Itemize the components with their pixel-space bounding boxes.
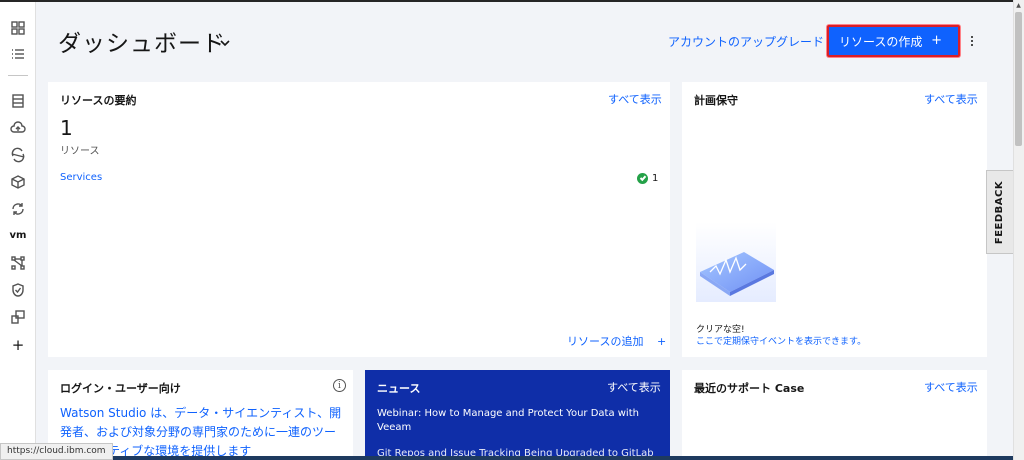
taskbar-edge xyxy=(96,456,1013,460)
shield-check-icon[interactable] xyxy=(8,280,28,300)
support-cases-card: 最近のサポート Case すべて表示 xyxy=(682,370,987,460)
info-icon[interactable]: i xyxy=(333,379,346,392)
browser-status-url: https://cloud.ibm.com xyxy=(0,443,113,460)
scroll-up-arrow-icon[interactable]: ▲ xyxy=(1015,2,1022,10)
services-link[interactable]: Services xyxy=(60,172,102,183)
services-count: 1 xyxy=(652,172,659,184)
scrollbar-thumb[interactable] xyxy=(1015,12,1022,146)
cube-icon[interactable] xyxy=(8,172,28,192)
create-resource-label: リソースの作成 xyxy=(839,34,923,49)
dashboard-grid-icon[interactable] xyxy=(8,18,28,38)
devices-icon[interactable] xyxy=(8,307,28,327)
overflow-menu-icon[interactable] xyxy=(966,31,978,51)
account-upgrade-link[interactable]: アカウントのアップグレード xyxy=(668,33,824,50)
feedback-label: FEEDBACK xyxy=(994,180,1006,244)
maintenance-events-link[interactable]: ここで定期保守イベントを表示できます。 xyxy=(696,334,866,347)
card-title: 計画保守 xyxy=(694,94,738,107)
view-all-link[interactable]: すべて表示 xyxy=(924,91,978,107)
empty-state-illustration xyxy=(696,222,776,302)
documents-icon[interactable] xyxy=(8,91,28,111)
window-top-border xyxy=(0,0,1024,2)
create-resource-button[interactable]: リソースの作成 + xyxy=(827,25,960,57)
resource-summary-card: リソースの要約 すべて表示 1 リソース Services 1 リソースの追加 … xyxy=(48,82,670,357)
sidebar: vm + xyxy=(0,2,36,460)
card-title: ログイン・ユーザー向け xyxy=(60,382,181,395)
feedback-tab[interactable]: FEEDBACK xyxy=(986,170,1013,254)
network-nodes-icon[interactable] xyxy=(8,253,28,273)
vm-icon[interactable]: vm xyxy=(8,226,28,246)
openshift-icon[interactable] xyxy=(8,145,28,165)
check-circle-icon xyxy=(637,172,648,184)
view-all-link[interactable]: すべて表示 xyxy=(924,379,978,395)
planned-maintenance-card: 計画保守 すべて表示 クリアな空! ここで定期保守イベントを表示できます。 xyxy=(682,82,987,357)
card-title: ニュース xyxy=(377,382,421,395)
card-title: リソースの要約 xyxy=(60,94,137,107)
plus-icon[interactable]: + xyxy=(8,335,28,355)
view-all-link[interactable]: すべて表示 xyxy=(607,379,661,395)
card-title: 最近のサポート Case xyxy=(694,382,805,395)
chevron-down-icon[interactable] xyxy=(219,33,231,47)
plus-icon: + xyxy=(931,33,942,48)
add-resource-link[interactable]: リソースの追加 + xyxy=(567,333,666,349)
resource-count-label: リソース xyxy=(60,146,100,157)
sidebar-divider xyxy=(8,75,28,76)
services-status: 1 xyxy=(637,172,661,184)
list-icon[interactable] xyxy=(8,44,28,64)
cloud-upload-icon[interactable] xyxy=(8,118,28,138)
refresh-cycle-icon[interactable] xyxy=(8,199,28,219)
news-card: ニュース すべて表示 Webinar: How to Manage and Pr… xyxy=(365,370,670,460)
news-item[interactable]: Webinar: How to Manage and Protect Your … xyxy=(377,407,657,435)
page-title: ダッシュボード xyxy=(58,31,226,57)
add-resource-label: リソースの追加 xyxy=(567,335,644,348)
plus-icon: + xyxy=(656,335,667,348)
resource-count: 1 xyxy=(60,116,73,140)
view-all-link[interactable]: すべて表示 xyxy=(608,91,662,107)
